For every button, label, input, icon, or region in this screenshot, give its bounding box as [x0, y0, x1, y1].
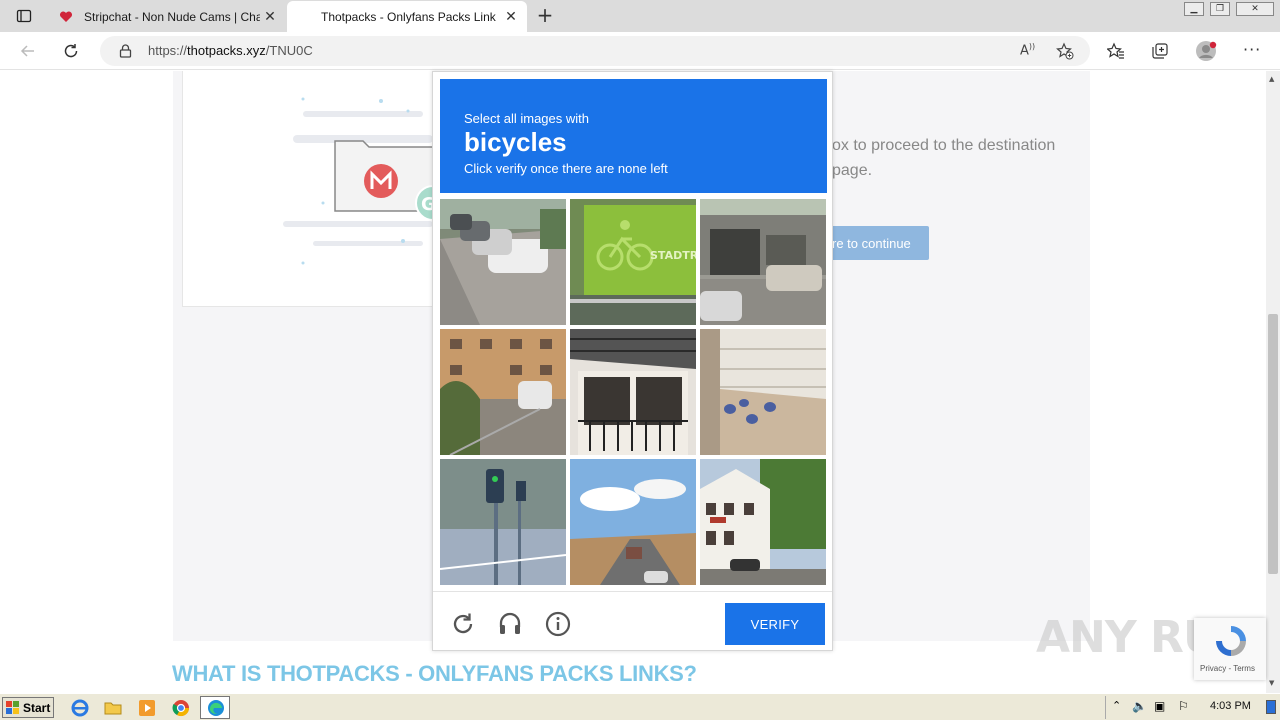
start-label: Start [23, 700, 51, 715]
audio-challenge-icon[interactable] [497, 611, 523, 637]
more-options-button[interactable]: ··· [1243, 40, 1261, 59]
captcha-tile-3[interactable] [700, 199, 826, 325]
read-aloud-icon[interactable]: A)) [1020, 42, 1035, 58]
captcha-hint: Click verify once there are none left [464, 161, 668, 176]
profile-avatar[interactable] [1196, 40, 1218, 62]
navigation-bar: https://thotpacks.xyz/TNU0C A)) ··· [0, 32, 1280, 70]
chrome-icon[interactable] [171, 698, 191, 718]
folder-illustration: G [283, 97, 451, 265]
captcha-tile-1[interactable] [440, 199, 566, 325]
captcha-tile-2[interactable]: STADTRA [570, 199, 696, 325]
collections-icon[interactable] [1151, 42, 1169, 60]
url-text[interactable]: https://thotpacks.xyz/TNU0C [148, 43, 313, 58]
back-arrow-icon [20, 45, 34, 57]
captcha-tile-4[interactable] [440, 329, 566, 455]
taskbar: Start ⌃ 🔈 ▣ ⚐ 4:03 PM [0, 693, 1280, 720]
reload-icon[interactable] [450, 611, 476, 637]
recaptcha-links[interactable]: Privacy - Terms [1200, 664, 1255, 673]
close-icon[interactable]: ✕ [501, 8, 521, 25]
edge-taskbar-button[interactable] [200, 696, 230, 719]
new-tab-button[interactable]: + [534, 4, 556, 26]
continue-button[interactable]: re to continue [830, 226, 929, 260]
close-icon[interactable]: ✕ [260, 8, 280, 25]
show-desktop-button[interactable] [1266, 700, 1276, 714]
tab-stripchat[interactable]: Stripchat - Non Nude Cams | Cha ✕ [50, 1, 286, 32]
address-bar[interactable]: https://thotpacks.xyz/TNU0C A)) [100, 36, 1090, 66]
tab-actions-icon [16, 9, 32, 23]
captcha-tile-6[interactable] [700, 329, 826, 455]
page-favicon [295, 9, 311, 25]
info-icon[interactable] [545, 611, 571, 637]
tab-strip: Stripchat - Non Nude Cams | Cha ✕ Thotpa… [0, 0, 1280, 32]
edge-icon [208, 700, 224, 716]
avatar-icon [1196, 41, 1217, 61]
restore-button[interactable]: ❐ [1210, 2, 1230, 16]
tab-title: Stripchat - Non Nude Cams | Cha [84, 9, 260, 24]
windows-logo-icon [6, 700, 19, 714]
verify-button[interactable]: VERIFY [725, 603, 825, 645]
tab-thotpacks[interactable]: Thotpacks - Onlyfans Packs Link ✕ [287, 1, 527, 32]
page-scrollbar[interactable]: ▲ ▼ [1266, 71, 1280, 693]
clock[interactable]: 4:03 PM [1210, 700, 1251, 712]
tab-title: Thotpacks - Onlyfans Packs Link [321, 9, 496, 24]
refresh-icon [64, 44, 78, 58]
captcha-challenge: Select all images with bicycles Click ve… [432, 71, 833, 651]
refresh-button[interactable] [58, 39, 84, 63]
captcha-tile-5[interactable] [570, 329, 696, 455]
recaptcha-badge[interactable]: Privacy - Terms [1194, 618, 1266, 680]
start-button[interactable]: Start [2, 697, 54, 718]
heart-icon [58, 9, 74, 25]
svg-text:STADTRA: STADTRA [650, 249, 696, 262]
tab-actions-button[interactable] [6, 4, 42, 28]
network-icon[interactable]: ▣ [1154, 699, 1165, 713]
internet-explorer-icon[interactable] [70, 698, 90, 718]
add-favorite-icon[interactable] [1056, 42, 1074, 60]
captcha-tile-9[interactable] [700, 459, 826, 585]
scroll-down-icon[interactable]: ▼ [1269, 679, 1274, 687]
volume-icon[interactable]: 🔈 [1132, 699, 1147, 713]
captcha-footer: VERIFY [433, 591, 832, 651]
back-button[interactable] [15, 39, 41, 63]
media-player-icon[interactable] [137, 698, 157, 718]
instruction-text: ox to proceed to the destination page. [832, 137, 1056, 179]
recaptcha-logo-icon [1216, 626, 1246, 656]
minimize-button[interactable]: ▁ [1184, 2, 1204, 16]
system-tray: ⌃ 🔈 ▣ ⚐ 4:03 PM [1105, 696, 1278, 719]
section-headline: WHAT IS THOTPACKS - ONLYFANS PACKS LINKS… [172, 661, 697, 686]
scroll-thumb[interactable] [1268, 314, 1278, 574]
show-hidden-icons-button[interactable]: ⌃ [1112, 699, 1121, 712]
captcha-header: Select all images with bicycles Click ve… [440, 79, 827, 193]
folder-illustration-card: G [182, 71, 452, 307]
captcha-target: bicycles [464, 127, 567, 157]
file-explorer-icon[interactable] [103, 698, 123, 718]
favorites-icon[interactable] [1107, 42, 1125, 60]
captcha-tile-8[interactable] [570, 459, 696, 585]
captcha-instruction: Select all images with [464, 111, 589, 126]
scroll-up-icon[interactable]: ▲ [1269, 75, 1274, 83]
action-center-flag-icon[interactable]: ⚐ [1178, 699, 1189, 713]
window-close-button[interactable]: ✕ [1236, 2, 1274, 16]
captcha-tile-7[interactable] [440, 459, 566, 585]
lock-icon[interactable] [119, 44, 132, 58]
